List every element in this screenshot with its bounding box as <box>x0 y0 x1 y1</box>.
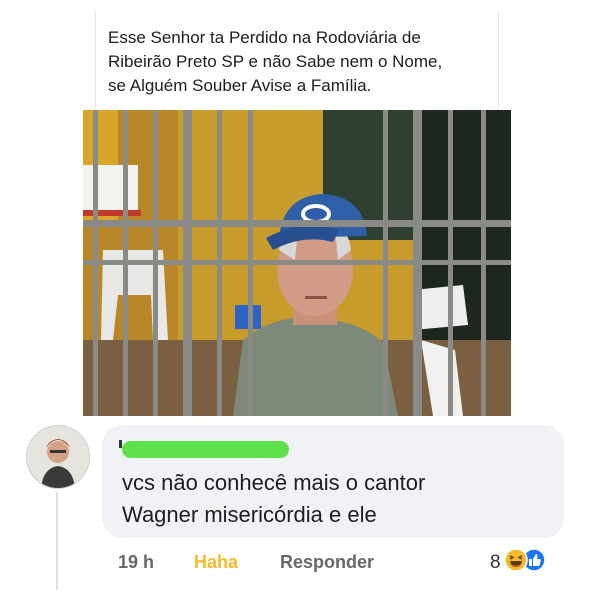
comment-timestamp[interactable]: 19 h <box>118 552 154 573</box>
redacted-commenter-name <box>122 441 289 458</box>
comment-text-line: Wagner misericórdia e ele <box>122 502 377 527</box>
post-text: Esse Senhor ta Perdido na Rodoviária de … <box>108 26 488 98</box>
post-photo[interactable] <box>83 110 511 416</box>
post-text-line: Ribeirão Preto SP e não Sabe nem o Nome, <box>108 52 443 71</box>
haha-reaction-button[interactable]: Haha <box>194 552 238 573</box>
commenter-avatar[interactable] <box>26 425 90 489</box>
comment-text-line: vcs não conhecê mais o cantor <box>122 470 426 495</box>
comment-text: vcs não conhecê mais o cantor Wagner mis… <box>122 467 552 531</box>
reaction-count: 8 <box>490 552 501 573</box>
post-text-line: se Alguém Souber Avise a Família. <box>108 76 372 95</box>
photo-illustration <box>83 110 511 416</box>
post-text-line: Esse Senhor ta Perdido na Rodoviária de <box>108 28 421 47</box>
reply-button[interactable]: Responder <box>280 552 374 573</box>
haha-icon <box>504 548 528 572</box>
thread-line <box>56 492 58 590</box>
avatar-illustration <box>27 426 89 488</box>
